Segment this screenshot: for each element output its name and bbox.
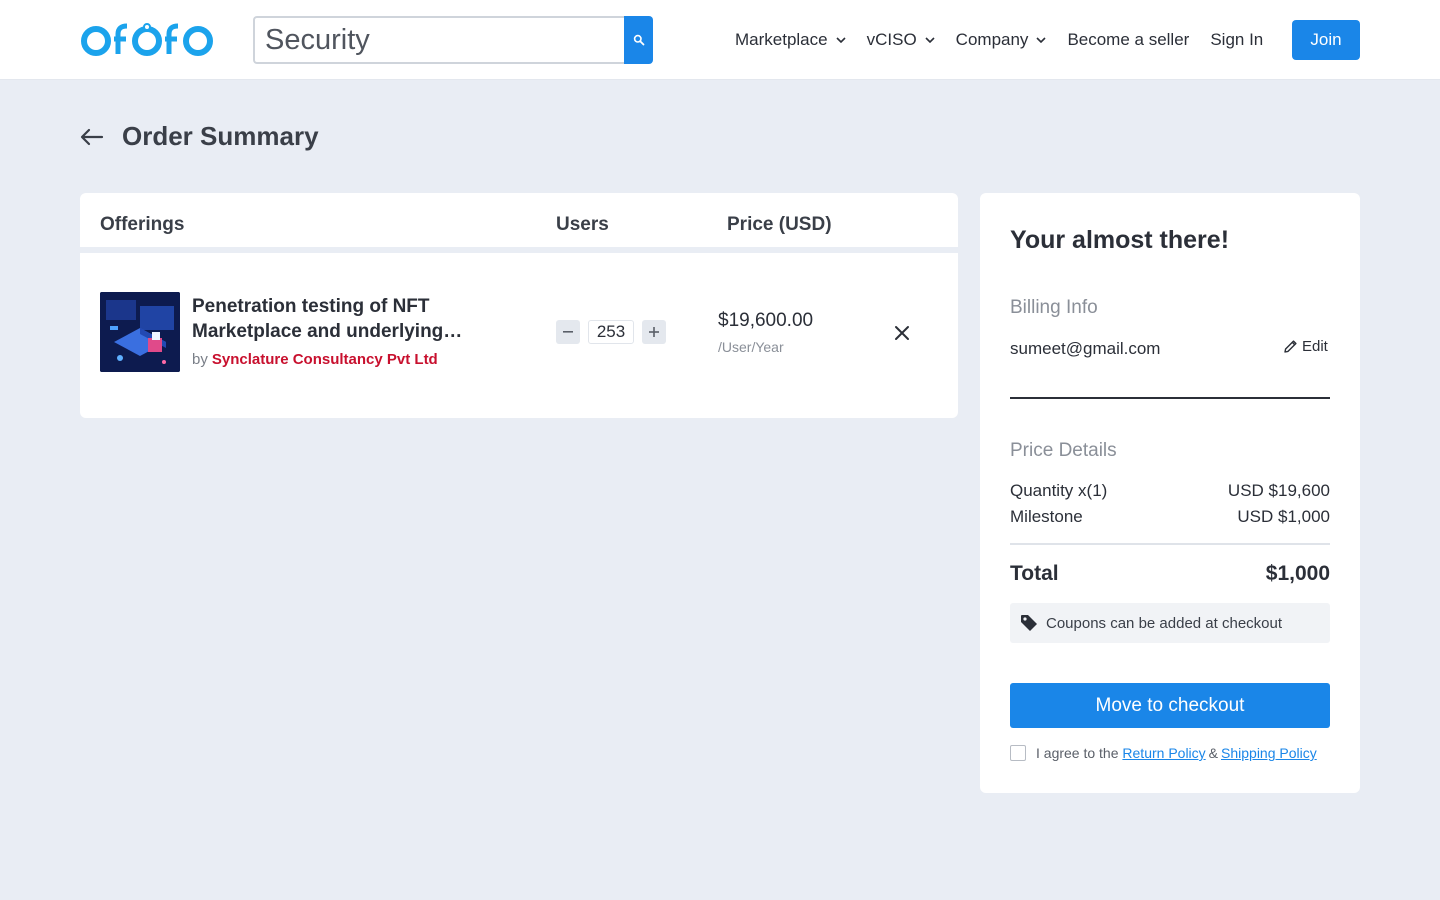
agree-checkbox[interactable] <box>1010 745 1026 761</box>
nav-marketplace[interactable]: Marketplace <box>735 30 846 50</box>
chevron-down-icon <box>836 37 846 43</box>
price-line-quantity: Quantity x(1) USD $19,600 <box>1010 481 1330 501</box>
quantity-stepper: 253 <box>556 320 666 344</box>
decrement-button[interactable] <box>556 320 580 344</box>
ofofo-logo[interactable] <box>80 20 214 60</box>
product-vendor-line: by Synclature Consultancy Pvt Ltd <box>192 351 438 368</box>
product-title[interactable]: Penetration testing of NFT Marketplace a… <box>192 294 492 344</box>
pencil-icon <box>1284 340 1297 353</box>
agree-policy-row: I agree to the Return Policy & Shipping Po… <box>1010 745 1317 761</box>
chevron-down-icon <box>925 37 935 43</box>
price-line-label: Milestone <box>1010 507 1083 526</box>
by-label: by <box>192 351 208 368</box>
nav-vciso-label: vCISO <box>866 30 917 49</box>
coupon-notice: Coupons can be added at checkout <box>1010 603 1330 643</box>
nav-become-seller[interactable]: Become a seller <box>1067 30 1189 50</box>
price-line-label: Quantity x(1) <box>1010 481 1108 500</box>
search-bar <box>253 16 653 64</box>
price-line-milestone: Milestone USD $1,000 <box>1010 507 1330 527</box>
price-line-value: USD $1,000 <box>1237 507 1330 526</box>
main-nav: Marketplace vCISO Company Become a selle… <box>735 20 1284 60</box>
total-row: Total $1,000 <box>1010 562 1330 586</box>
total-label: Total <box>1010 562 1059 585</box>
table-row: Penetration testing of NFT Marketplace a… <box>80 253 958 412</box>
move-to-checkout-button[interactable]: Move to checkout <box>1010 683 1330 728</box>
users-count[interactable]: 253 <box>588 320 634 344</box>
product-thumbnail[interactable] <box>100 292 180 372</box>
nav-marketplace-label: Marketplace <box>735 30 828 49</box>
search-input[interactable] <box>253 16 624 64</box>
nav-vciso[interactable]: vCISO <box>867 30 935 50</box>
divider <box>1010 397 1330 399</box>
top-header: Marketplace vCISO Company Become a selle… <box>0 0 1440 80</box>
column-offerings: Offerings <box>100 214 185 235</box>
price-unit: /User/Year <box>718 339 784 355</box>
minus-icon <box>563 331 573 333</box>
back-arrow-icon[interactable] <box>80 124 106 150</box>
column-users: Users <box>556 214 609 235</box>
close-icon <box>895 326 909 340</box>
nav-sign-in[interactable]: Sign In <box>1210 30 1263 50</box>
page-title: Order Summary <box>122 121 319 151</box>
increment-button[interactable] <box>642 320 666 344</box>
remove-item-button[interactable] <box>892 323 912 343</box>
nav-company-label: Company <box>955 30 1029 49</box>
nav-become-seller-label: Become a seller <box>1067 30 1190 49</box>
column-price: Price (USD) <box>727 214 832 235</box>
offerings-card: Offerings Users Price (USD) Penetration … <box>80 193 958 418</box>
join-button[interactable]: Join <box>1292 20 1360 60</box>
return-policy-link[interactable]: Return Policy <box>1122 745 1205 761</box>
nav-company[interactable]: Company <box>956 30 1047 50</box>
divider <box>1010 543 1330 545</box>
price-details-label: Price Details <box>1010 440 1117 461</box>
item-price: $19,600.00 <box>718 310 814 331</box>
search-button[interactable] <box>624 16 653 64</box>
offerings-table-header: Offerings Users Price (USD) <box>80 193 958 253</box>
plus-icon <box>649 327 659 337</box>
agree-text: I agree to the <box>1036 745 1119 761</box>
vendor-link[interactable]: Synclature Consultancy Pvt Ltd <box>212 351 438 368</box>
nav-sign-in-label: Sign In <box>1210 30 1264 49</box>
ampersand: & <box>1208 745 1219 761</box>
edit-billing-button[interactable]: Edit <box>1283 338 1328 355</box>
summary-heading: Your almost there! <box>1010 226 1230 254</box>
billing-email: sumeet@gmail.com <box>1010 339 1161 358</box>
tag-icon <box>1021 615 1037 631</box>
order-summary-card: Your almost there! Billing Info sumeet@g… <box>980 193 1360 793</box>
edit-label: Edit <box>1302 338 1328 355</box>
price-line-value: USD $19,600 <box>1227 481 1330 500</box>
chevron-down-icon <box>1036 37 1047 43</box>
search-icon <box>633 34 644 46</box>
shipping-policy-link[interactable]: Shipping Policy <box>1221 745 1317 761</box>
billing-info-label: Billing Info <box>1010 297 1098 318</box>
logo-mark-icon <box>81 23 213 56</box>
product-image <box>100 292 180 372</box>
total-value: $1,000 <box>1265 562 1330 585</box>
coupon-text: Coupons can be added at checkout <box>1046 614 1283 632</box>
